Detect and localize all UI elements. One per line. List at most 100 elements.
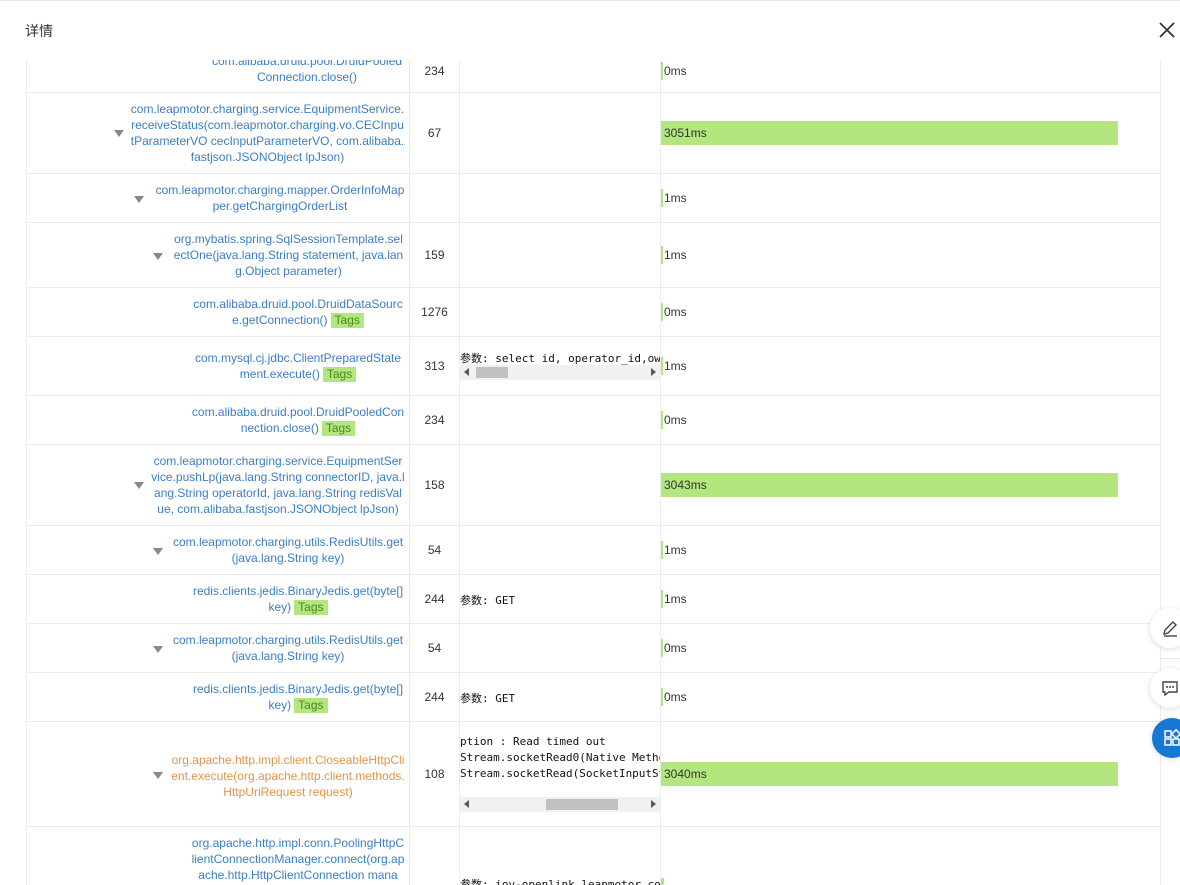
timeline-bar <box>661 878 664 885</box>
scroll-thumb[interactable] <box>546 799 618 810</box>
table-row: com.alibaba.druid.pool.DruidPooledConnec… <box>27 396 1160 445</box>
self-time: 159 <box>410 223 460 287</box>
method-link[interactable]: com.alibaba.druid.pool.DruidPooledConnec… <box>191 404 405 436</box>
timeline-bar <box>661 246 663 264</box>
method-link[interactable]: com.leapmotor.charging.utils.RedisUtils.… <box>171 632 405 664</box>
self-time: 1276 <box>410 288 460 336</box>
collapse-toggle-icon[interactable] <box>134 482 144 489</box>
table-row: com.alibaba.druid.pool.DruidDataSource.g… <box>27 288 1160 337</box>
tags-badge[interactable]: Tags <box>294 600 328 615</box>
method-link[interactable]: com.mysql.cj.jdbc.ClientPreparedStatemen… <box>191 350 405 382</box>
timeline-bar <box>661 62 663 80</box>
table-row: com.leapmotor.charging.utils.RedisUtils.… <box>27 624 1160 673</box>
duration-label: 1ms <box>664 359 687 373</box>
method-link[interactable]: com.leapmotor.charging.service.Equipment… <box>130 101 405 165</box>
tags-badge[interactable]: Tags <box>294 698 328 713</box>
duration-label: 0ms <box>664 64 687 78</box>
table-row: com.leapmotor.charging.service.Equipment… <box>27 445 1160 526</box>
duration-label: 0ms <box>664 413 687 427</box>
table-row: com.mysql.cj.jdbc.ClientPreparedStatemen… <box>27 337 1160 396</box>
table-row: com.leapmotor.charging.mapper.OrderInfoM… <box>27 174 1160 223</box>
self-time <box>410 174 460 222</box>
tags-badge[interactable]: Tags <box>330 313 364 328</box>
timeline-cell: 0ms <box>661 624 1160 672</box>
close-icon[interactable] <box>1158 21 1178 41</box>
scroll-left-icon[interactable] <box>464 800 469 808</box>
timeline-cell: 0ms <box>661 288 1160 336</box>
side-divider <box>1160 658 1180 659</box>
scroll-left-icon[interactable] <box>464 368 469 376</box>
param-cell: 参数: select id, operator_id,owne <box>460 337 661 395</box>
timeline-cell: 1ms <box>661 575 1160 623</box>
self-time: 67 <box>410 93 460 173</box>
param-scrollbar[interactable] <box>460 365 660 380</box>
param-scrollbar[interactable] <box>460 797 660 812</box>
param-cell <box>460 445 661 525</box>
timeline-cell <box>661 827 1160 885</box>
method-link[interactable]: com.alibaba.druid.pool.DruidDataSource.g… <box>191 296 405 328</box>
collapse-toggle-icon[interactable] <box>153 772 163 779</box>
timeline-bar <box>661 590 663 608</box>
method-link[interactable]: com.alibaba.druid.pool.DruidPooledConnec… <box>207 60 407 85</box>
method-link[interactable]: com.leapmotor.charging.mapper.OrderInfoM… <box>155 182 405 214</box>
timeline-cell: 0ms <box>661 60 1160 92</box>
method-link[interactable]: redis.clients.jedis.BinaryJedis.get(byte… <box>191 681 405 713</box>
self-time: 244 <box>410 575 460 623</box>
method-link[interactable]: redis.clients.jedis.BinaryJedis.get(byte… <box>191 583 405 615</box>
timeline-bar <box>661 411 663 429</box>
duration-label: 1ms <box>664 543 687 557</box>
method-link[interactable]: org.apache.http.impl.client.CloseableHtt… <box>171 752 405 800</box>
timeline-cell: 3051ms <box>661 93 1160 173</box>
table-row: org.mybatis.spring.SqlSessionTemplate.se… <box>27 223 1160 288</box>
scroll-right-icon[interactable] <box>651 368 656 376</box>
table-row: org.apache.http.impl.client.CloseableHtt… <box>27 722 1160 827</box>
param-cell: 参数: iov-openlink.leapmotor.com: <box>460 827 661 885</box>
param-cell <box>460 60 661 92</box>
tags-badge[interactable]: Tags <box>321 421 356 436</box>
timeline-cell: 3043ms <box>661 445 1160 525</box>
param-text: 参数: GET <box>460 594 516 607</box>
timeline-cell: 1ms <box>661 174 1160 222</box>
param-cell <box>460 526 661 574</box>
scroll-thumb[interactable] <box>476 367 508 378</box>
collapse-toggle-icon[interactable] <box>134 196 144 203</box>
error-line: Stream.socketRead(SocketInputStrea <box>460 767 660 780</box>
duration-label: 0ms <box>664 305 687 319</box>
timeline-bar <box>661 357 663 375</box>
comment-icon <box>1162 681 1178 697</box>
method-link[interactable]: com.leapmotor.charging.utils.RedisUtils.… <box>171 534 405 566</box>
method-link[interactable]: org.mybatis.spring.SqlSessionTemplate.se… <box>171 231 406 279</box>
scroll-right-icon[interactable] <box>651 800 656 808</box>
duration-label: 0ms <box>664 641 687 655</box>
self-time: 158 <box>410 445 460 525</box>
table-row: redis.clients.jedis.BinaryJedis.get(byte… <box>27 575 1160 624</box>
param-cell <box>460 174 661 222</box>
param-cell: ption : Read timed out Stream.socketRead… <box>460 722 661 826</box>
param-text: 参数: select id, operator_id,owne <box>460 352 661 365</box>
tags-badge[interactable]: Tags <box>322 367 357 382</box>
timeline-cell: 0ms <box>661 396 1160 444</box>
timeline-bar <box>661 688 663 706</box>
edit-icon <box>1163 621 1177 637</box>
collapse-toggle-icon[interactable] <box>153 548 163 555</box>
timeline-bar <box>661 189 663 207</box>
table-row: org.apache.http.impl.conn.PoolingHttpCli… <box>27 827 1160 885</box>
collapse-toggle-icon[interactable] <box>153 646 163 653</box>
collapse-toggle-icon[interactable] <box>153 253 163 260</box>
self-time: 234 <box>410 396 460 444</box>
timeline-bar <box>661 121 1118 145</box>
collapse-toggle-icon[interactable] <box>114 130 124 137</box>
method-link[interactable]: com.leapmotor.charging.service.Equipment… <box>151 453 405 517</box>
self-time: 54 <box>410 624 460 672</box>
param-cell <box>460 396 661 444</box>
param-cell <box>460 93 661 173</box>
method-link[interactable]: org.apache.http.impl.conn.PoolingHttpCli… <box>191 835 405 883</box>
table-row: com.leapmotor.charging.service.Equipment… <box>27 93 1160 174</box>
self-time: 108 <box>410 722 460 826</box>
timeline-bar <box>661 762 1118 786</box>
duration-label: 3043ms <box>664 478 707 492</box>
param-cell: 参数: GET <box>460 673 661 721</box>
param-cell <box>460 624 661 672</box>
timeline-cell: 3040ms <box>661 722 1160 826</box>
self-time <box>410 827 460 885</box>
